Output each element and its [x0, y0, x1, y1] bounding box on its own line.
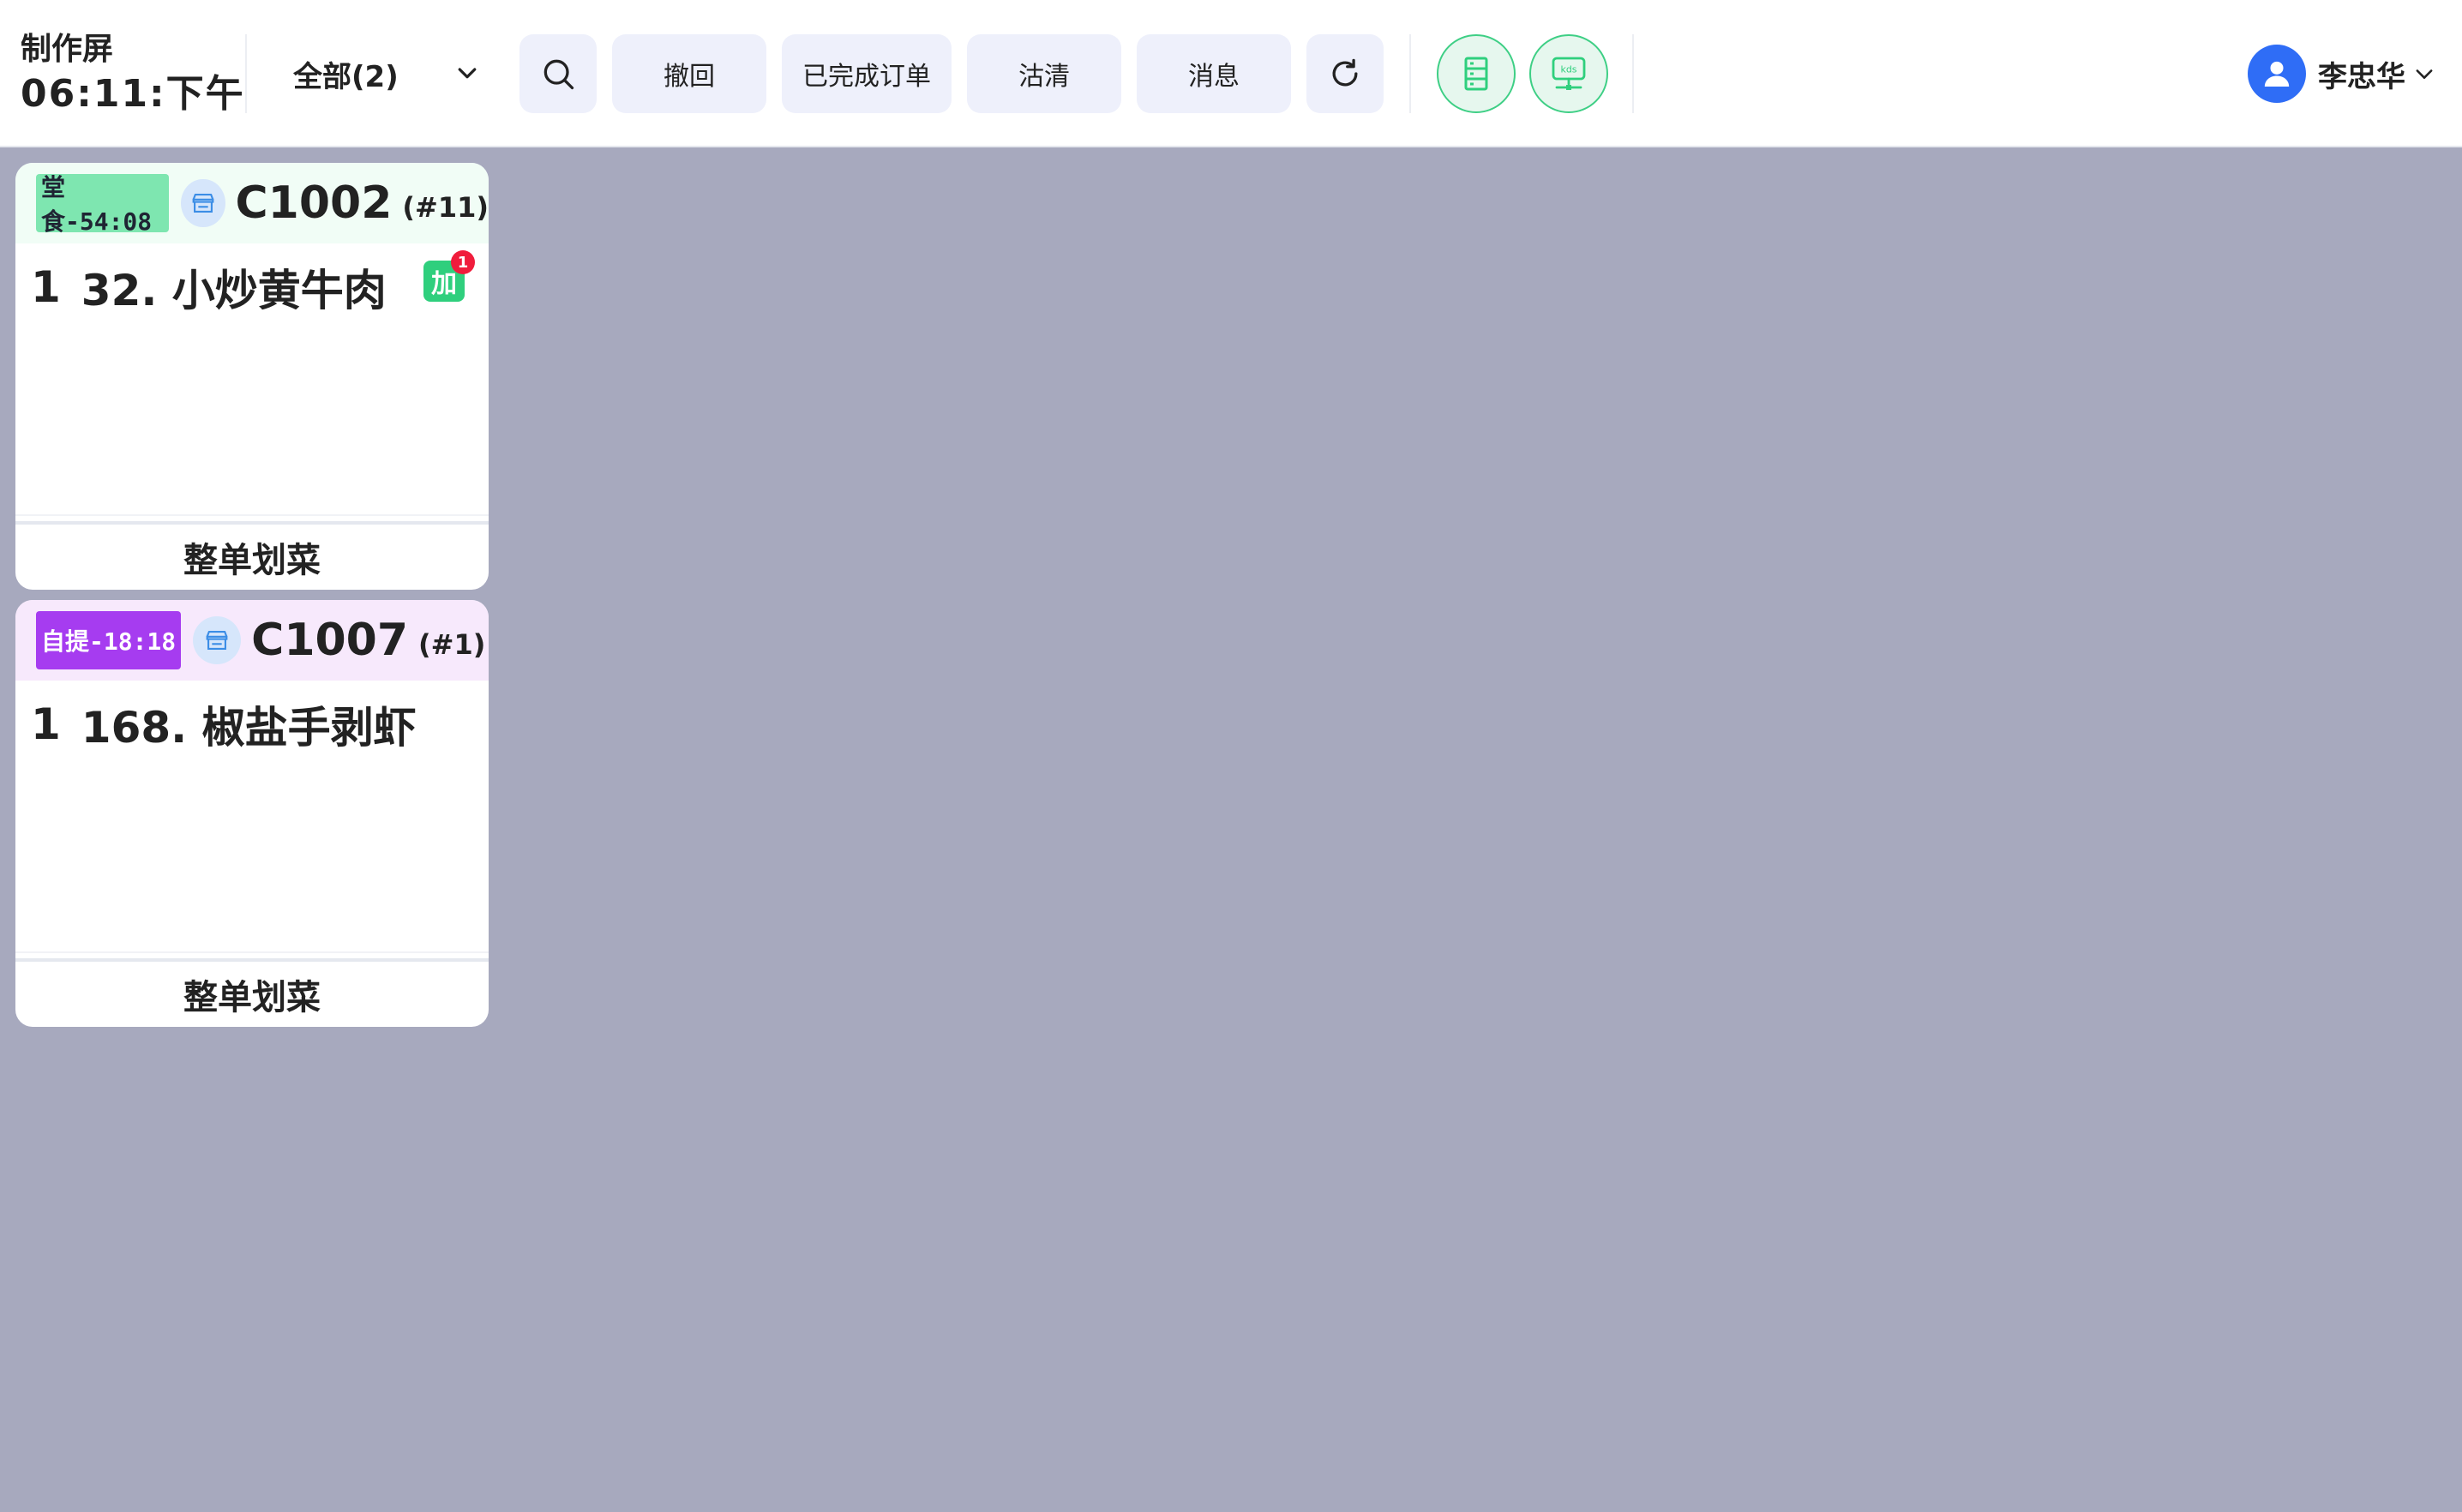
soldout-button[interactable]: 沽清 — [967, 34, 1121, 113]
item-name: 168. 椒盐手剥虾 — [81, 703, 417, 753]
order-card[interactable]: 自提-18:18 C1007 (#1) 1 168. 椒盐手剥虾 整单划菜 — [15, 600, 489, 1027]
order-number: C1007 — [251, 615, 409, 666]
screen-title: 制作屏 — [21, 32, 114, 67]
store-icon — [181, 179, 225, 227]
search-icon — [543, 59, 574, 90]
top-bar: 制作屏 06:11:下午 全部(2) 撤回 已完成订单 沽清 消息 kds 李忠… — [0, 0, 2462, 147]
kds-monitor-icon: kds — [1552, 57, 1586, 90]
user-menu[interactable]: 李忠华 — [2248, 41, 2436, 106]
chevron-down-icon — [2416, 69, 2433, 79]
brand-block: 制作屏 06:11:下午 — [21, 29, 245, 118]
search-button[interactable] — [519, 34, 597, 113]
item-quantity: 1 — [31, 262, 61, 312]
storefront-icon — [206, 631, 228, 650]
recall-button[interactable]: 撤回 — [612, 34, 766, 113]
order-card-header: 堂食-54:08 C1002 (#11) — [15, 163, 489, 243]
order-sequence: (#11) — [402, 191, 489, 224]
order-card-header: 自提-18:18 C1007 (#1) — [15, 600, 489, 681]
divider — [15, 951, 489, 953]
order-type-timer-badge: 堂食-54:08 — [36, 173, 170, 236]
divider — [1409, 34, 1411, 113]
complete-order-button[interactable]: 整单划菜 — [15, 525, 489, 590]
messages-button[interactable]: 消息 — [1137, 34, 1291, 113]
user-name: 李忠华 — [2318, 59, 2405, 94]
divider — [15, 514, 489, 516]
complete-order-button[interactable]: 整单划菜 — [15, 962, 489, 1027]
order-type-timer-badge: 自提-18:18 — [36, 611, 182, 669]
server-list-icon — [1464, 57, 1488, 91]
user-icon — [2264, 61, 2290, 87]
refresh-button[interactable] — [1306, 34, 1384, 113]
order-number: C1002 — [235, 177, 393, 229]
kds-button[interactable]: kds — [1529, 34, 1608, 113]
order-card[interactable]: 堂食-54:08 C1002 (#11) 1 32. 小炒黄牛肉 加 1 整单划… — [15, 163, 489, 590]
order-line-item[interactable]: 1 168. 椒盐手剥虾 — [31, 694, 471, 754]
divider — [1632, 34, 1634, 113]
filter-label: 全部(2) — [293, 59, 399, 94]
item-quantity: 1 — [31, 699, 61, 749]
divider — [245, 34, 247, 113]
order-sequence: (#1) — [418, 628, 486, 661]
chevron-down-icon — [458, 68, 477, 79]
completed-orders-button[interactable]: 已完成订单 — [782, 34, 952, 113]
refresh-icon — [1332, 58, 1358, 87]
storefront-icon — [192, 194, 214, 213]
add-badge: 加 1 — [423, 250, 475, 302]
add-count-badge: 1 — [451, 250, 475, 274]
store-icon — [193, 616, 242, 664]
filter-dropdown[interactable]: 全部(2) — [274, 45, 489, 103]
layout-view-button[interactable] — [1437, 34, 1516, 113]
clock: 06:11:下午 — [21, 72, 245, 116]
order-line-item[interactable]: 1 32. 小炒黄牛肉 — [31, 257, 471, 317]
avatar — [2248, 45, 2306, 103]
item-name: 32. 小炒黄牛肉 — [81, 266, 387, 315]
svg-text:kds: kds — [1560, 64, 1576, 75]
